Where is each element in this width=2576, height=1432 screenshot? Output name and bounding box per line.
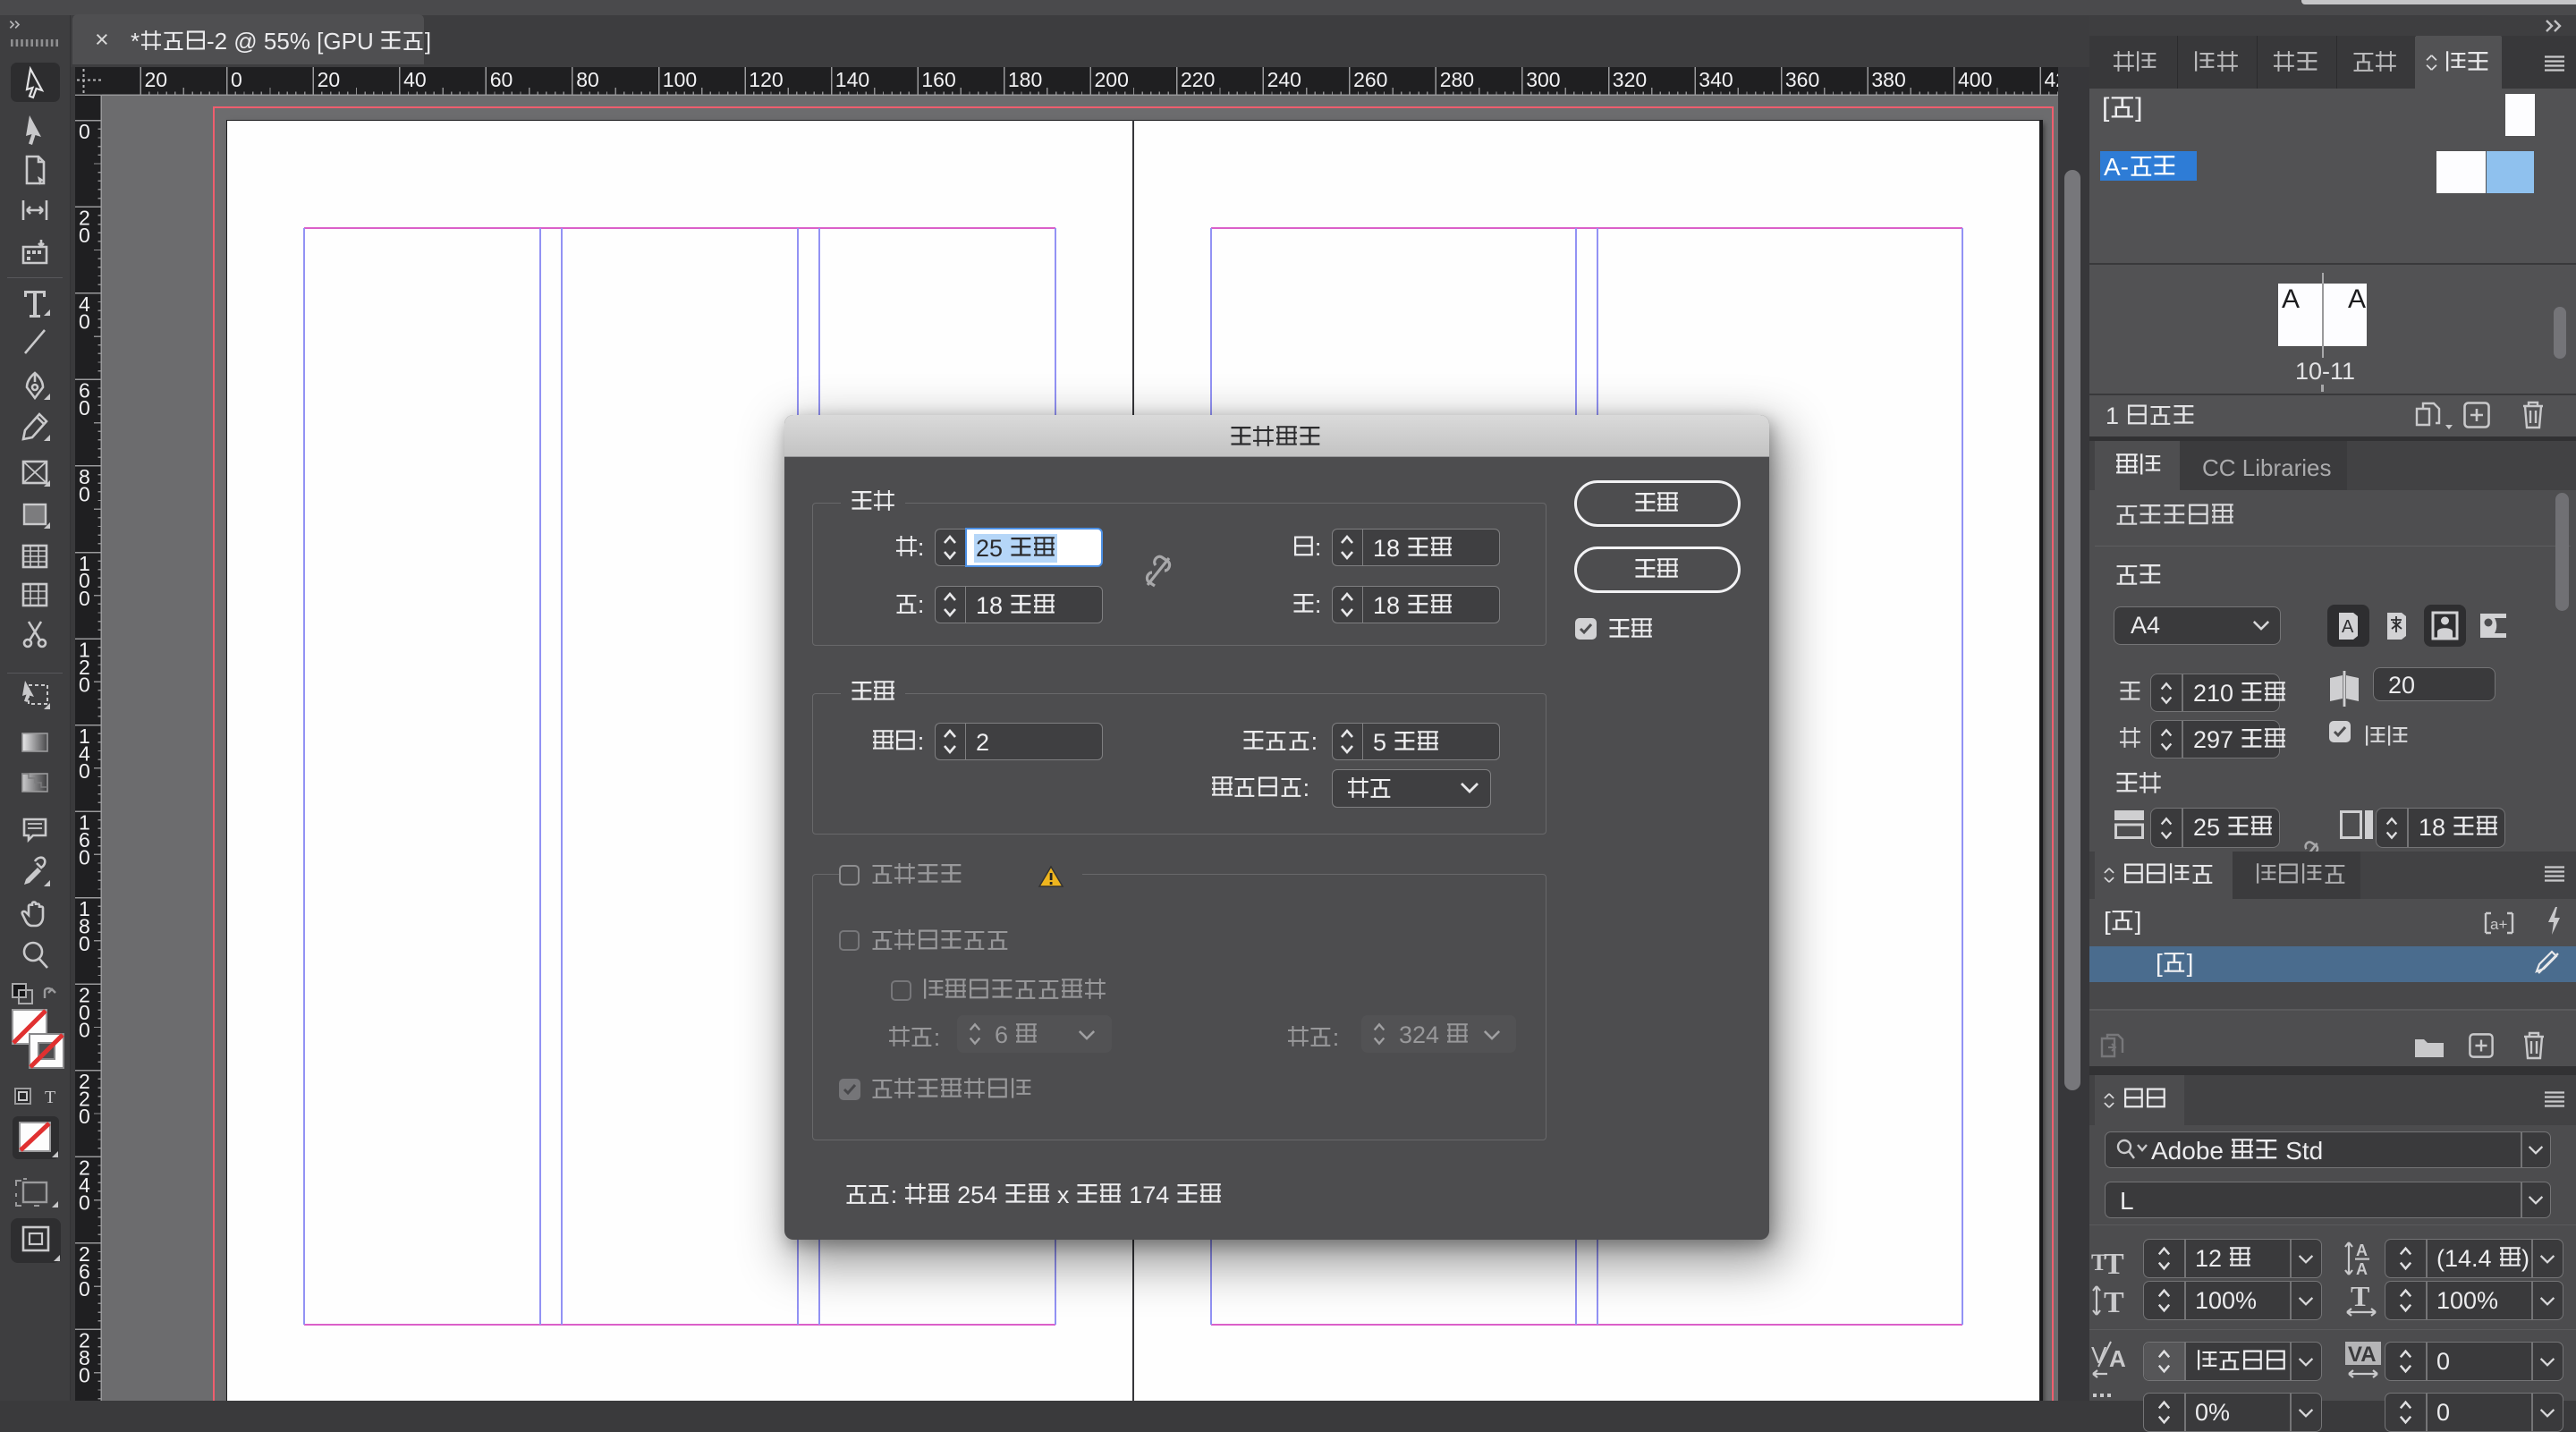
svg-text:80: 80 xyxy=(576,68,599,91)
svg-text:360: 360 xyxy=(1785,68,1819,91)
svg-text:0: 0 xyxy=(79,1191,90,1215)
svg-text:100: 100 xyxy=(663,68,697,91)
svg-text:0: 0 xyxy=(79,483,90,506)
svg-text:260: 260 xyxy=(1353,68,1387,91)
svg-text:280: 280 xyxy=(1440,68,1474,91)
svg-text:0: 0 xyxy=(79,845,90,869)
svg-text:380: 380 xyxy=(1871,68,1905,91)
svg-text:A: A xyxy=(2356,1260,2368,1278)
svg-text:160: 160 xyxy=(921,68,955,91)
svg-text:A: A xyxy=(2342,617,2354,637)
svg-text:0: 0 xyxy=(79,310,90,334)
svg-text:300: 300 xyxy=(1526,68,1560,91)
svg-text:240: 240 xyxy=(1267,68,1301,91)
svg-text:A: A xyxy=(2109,1345,2126,1372)
svg-text:a+: a+ xyxy=(2490,916,2507,933)
svg-text:0: 0 xyxy=(79,224,90,247)
svg-text:20: 20 xyxy=(318,68,341,91)
svg-text:0: 0 xyxy=(79,396,90,419)
svg-text:0: 0 xyxy=(79,673,90,696)
svg-text:0: 0 xyxy=(79,120,90,143)
svg-text:220: 220 xyxy=(1181,68,1215,91)
svg-text:T: T xyxy=(45,1088,55,1107)
svg-text:340: 340 xyxy=(1699,68,1733,91)
svg-text:0: 0 xyxy=(79,932,90,955)
svg-text:T: T xyxy=(2351,1280,2369,1312)
svg-text:VA: VA xyxy=(2348,1343,2377,1367)
svg-text:40: 40 xyxy=(403,68,427,91)
svg-text:180: 180 xyxy=(1008,68,1042,91)
svg-text:0: 0 xyxy=(231,68,242,91)
svg-text:0: 0 xyxy=(79,1105,90,1128)
svg-text:T: T xyxy=(2104,1286,2124,1319)
svg-text:0: 0 xyxy=(79,587,90,610)
svg-text:200: 200 xyxy=(1095,68,1129,91)
svg-text:120: 120 xyxy=(749,68,783,91)
svg-text:0: 0 xyxy=(79,1364,90,1387)
svg-text:0: 0 xyxy=(79,759,90,783)
svg-text:A: A xyxy=(2356,1241,2368,1259)
svg-text:320: 320 xyxy=(1613,68,1647,91)
svg-text:0: 0 xyxy=(79,1019,90,1042)
svg-text:20: 20 xyxy=(145,68,168,91)
svg-text:140: 140 xyxy=(835,68,869,91)
svg-text:T: T xyxy=(2104,1248,2124,1281)
svg-text:400: 400 xyxy=(1958,68,1992,91)
svg-text:60: 60 xyxy=(490,68,513,91)
svg-text:0: 0 xyxy=(79,1277,90,1301)
